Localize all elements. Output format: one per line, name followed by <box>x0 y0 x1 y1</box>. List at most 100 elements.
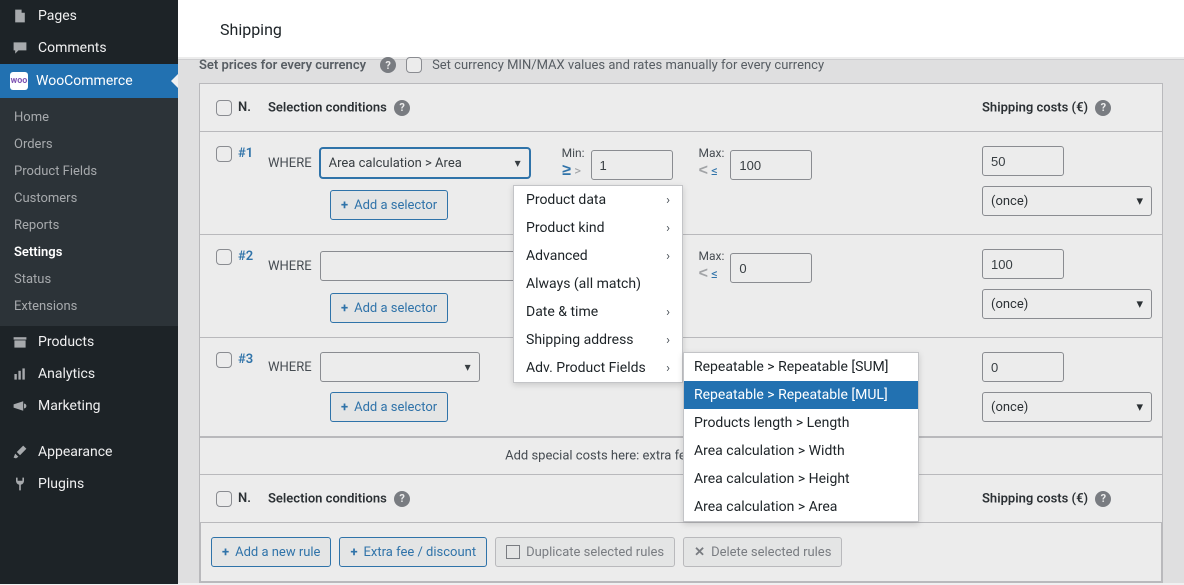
sub-orders[interactable]: Orders <box>0 131 178 158</box>
dropdown-item[interactable]: Area calculation > Width <box>684 437 918 465</box>
select-all-checkbox[interactable] <box>216 491 232 507</box>
duplicate-button[interactable]: Duplicate selected rules <box>495 537 675 567</box>
where-label: WHERE <box>268 360 312 375</box>
frequency-select[interactable]: (once)▾ <box>982 392 1152 422</box>
max-input[interactable] <box>730 150 812 180</box>
row-number[interactable]: #2 <box>238 249 268 264</box>
strip-desc: Set currency MIN/MAX values and rates ma… <box>432 58 824 73</box>
dropdown-item[interactable]: Products length > Length <box>684 409 918 437</box>
chevron-down-icon: ▾ <box>1136 297 1143 312</box>
condition-selector[interactable]: ▾ <box>320 251 530 281</box>
chart-icon <box>10 366 30 382</box>
col-n: N. <box>238 100 268 115</box>
sub-extensions[interactable]: Extensions <box>0 293 178 320</box>
copy-icon <box>506 545 520 559</box>
cost-input[interactable] <box>982 249 1064 279</box>
sidebar-item-woocommerce[interactable]: woo WooCommerce <box>0 64 178 98</box>
select-all-checkbox[interactable] <box>216 100 232 116</box>
dropdown-item[interactable]: Repeatable > Repeatable [SUM] <box>684 353 918 381</box>
plus-icon: + <box>341 400 348 415</box>
row-checkbox[interactable] <box>216 146 232 162</box>
help-icon[interactable]: ? <box>394 100 410 116</box>
sidebar-item-plugins[interactable]: Plugins <box>0 468 178 500</box>
lte-icon[interactable]: ≤ <box>711 164 718 179</box>
dropdown-item[interactable]: Product kind› <box>514 214 682 242</box>
sidebar-item-comments[interactable]: Comments <box>0 32 178 64</box>
dropdown-item[interactable]: Area calculation > Area <box>684 493 918 521</box>
lt-icon[interactable]: < <box>699 162 709 180</box>
dropdown-item[interactable]: Product data› <box>514 186 682 214</box>
sub-settings[interactable]: Settings <box>0 239 178 266</box>
currency-checkbox[interactable] <box>406 57 422 73</box>
rules-table-footer: N. Selection conditions ? Shipping costs… <box>199 475 1163 583</box>
cost-input[interactable] <box>982 146 1064 176</box>
frequency-select[interactable]: (once)▾ <box>982 289 1152 319</box>
cost-input[interactable] <box>982 352 1064 382</box>
chevron-right-icon: › <box>666 333 670 348</box>
gte-icon[interactable]: ≥ <box>562 162 572 180</box>
currency-strip: Set prices for every currency ? Set curr… <box>199 57 1163 83</box>
sub-home[interactable]: Home <box>0 104 178 131</box>
chevron-right-icon: › <box>666 249 670 264</box>
plug-icon <box>10 476 30 492</box>
add-selector-button[interactable]: +Add a selector <box>330 293 448 323</box>
close-icon: ✕ <box>694 545 705 560</box>
sub-reports[interactable]: Reports <box>0 212 178 239</box>
chevron-right-icon: › <box>666 305 670 320</box>
sidebar-item-analytics[interactable]: Analytics <box>0 358 178 390</box>
help-icon[interactable]: ? <box>380 57 396 73</box>
main-content: Shipping Set prices for every currency ?… <box>178 0 1184 584</box>
max-input[interactable] <box>730 253 812 283</box>
chevron-right-icon: › <box>666 361 670 376</box>
lt-icon[interactable]: < <box>699 265 709 283</box>
add-selector-button[interactable]: +Add a selector <box>330 190 448 220</box>
help-icon[interactable]: ? <box>1095 100 1111 116</box>
min-input[interactable] <box>591 150 673 180</box>
dropdown-item[interactable]: Area calculation > Height <box>684 465 918 493</box>
selector-submenu: Repeatable > Repeatable [SUM] Repeatable… <box>683 352 919 522</box>
row-number[interactable]: #1 <box>238 146 268 161</box>
sidebar-item-label: Pages <box>38 8 77 24</box>
row-number[interactable]: #3 <box>238 352 268 367</box>
col-costs: Shipping costs (€) <box>982 100 1088 115</box>
sidebar-item-label: Analytics <box>38 366 95 382</box>
dropdown-item[interactable]: Advanced› <box>514 242 682 270</box>
help-icon[interactable]: ? <box>1095 491 1111 507</box>
special-costs-banner[interactable]: Add special costs here: extra fees, hand… <box>199 438 1163 475</box>
condition-selector[interactable]: Area calculation > Area ▾ <box>320 148 530 178</box>
sidebar-item-marketing[interactable]: Marketing <box>0 390 178 422</box>
lte-icon[interactable]: ≤ <box>711 267 718 282</box>
help-icon[interactable]: ? <box>394 491 410 507</box>
dropdown-item[interactable]: Adv. Product Fields› <box>514 354 682 382</box>
dropdown-item[interactable]: Date & time› <box>514 298 682 326</box>
sidebar-item-products[interactable]: Products <box>0 326 178 358</box>
strip-label: Set prices for every currency <box>199 58 366 73</box>
sub-status[interactable]: Status <box>0 266 178 293</box>
delete-button[interactable]: ✕Delete selected rules <box>683 537 842 567</box>
sub-product-fields[interactable]: Product Fields <box>0 158 178 185</box>
add-rule-button[interactable]: +Add a new rule <box>211 537 331 567</box>
plus-icon: + <box>341 198 348 213</box>
row-checkbox[interactable] <box>216 249 232 265</box>
extra-fee-button[interactable]: +Extra fee / discount <box>339 537 487 567</box>
row-checkbox[interactable] <box>216 352 232 368</box>
add-selector-button[interactable]: +Add a selector <box>330 392 448 422</box>
sub-customers[interactable]: Customers <box>0 185 178 212</box>
frequency-select[interactable]: (once)▾ <box>982 186 1152 216</box>
dropdown-item[interactable]: Always (all match) <box>514 270 682 298</box>
chevron-down-icon: ▾ <box>1136 400 1143 415</box>
plus-icon: + <box>350 545 357 560</box>
sidebar-item-label: Appearance <box>38 444 112 460</box>
sidebar-item-label: Marketing <box>38 398 101 414</box>
condition-selector[interactable]: ▾ <box>320 352 480 382</box>
gt-icon[interactable]: > <box>574 164 581 179</box>
sidebar-item-pages[interactable]: Pages <box>0 0 178 32</box>
dropdown-item[interactable]: Shipping address› <box>514 326 682 354</box>
dropdown-item[interactable]: Repeatable > Repeatable [MUL] <box>684 381 918 409</box>
where-label: WHERE <box>268 259 312 274</box>
admin-sidebar: Pages Comments woo WooCommerce Home Orde… <box>0 0 178 584</box>
where-label: WHERE <box>268 156 312 171</box>
plus-icon: + <box>222 545 229 560</box>
sidebar-item-appearance[interactable]: Appearance <box>0 436 178 468</box>
col-costs: Shipping costs (€) <box>982 491 1088 506</box>
